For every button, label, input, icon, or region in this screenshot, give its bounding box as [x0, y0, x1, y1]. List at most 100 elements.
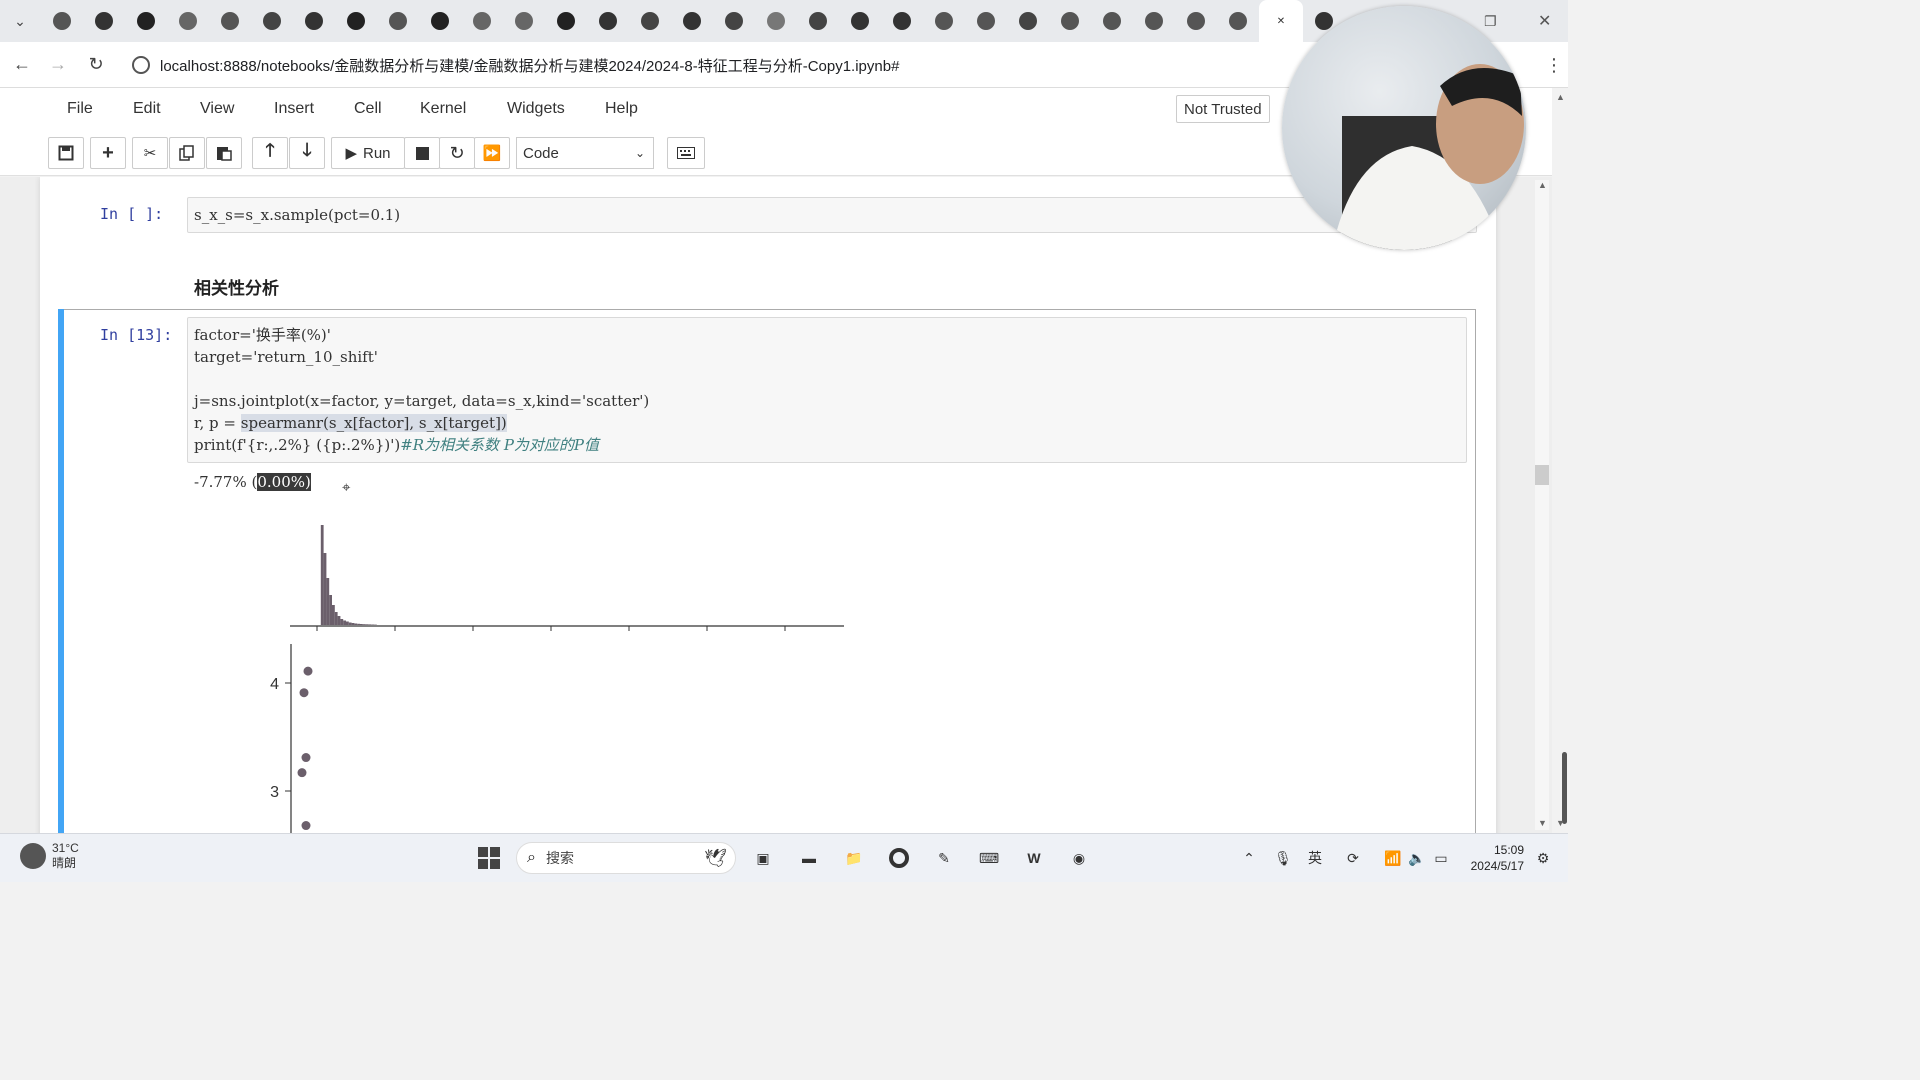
scroll-down-icon[interactable]: ▼ — [1556, 818, 1565, 828]
scroll-thumb[interactable] — [1535, 465, 1549, 485]
tab-icon-chat — [641, 12, 659, 30]
not-trusted-badge[interactable]: Not Trusted — [1176, 95, 1270, 123]
tray-wifi[interactable]: 📶 — [1380, 843, 1406, 873]
menu-cell[interactable]: Cell — [354, 100, 382, 118]
weather-widget[interactable]: 31°C 晴朗 — [20, 841, 79, 871]
browser-tab[interactable] — [125, 0, 167, 42]
browser-tab[interactable] — [923, 0, 965, 42]
browser-tab[interactable] — [1217, 0, 1259, 42]
save-button[interactable] — [48, 137, 84, 169]
insert-cell-button[interactable]: + — [90, 137, 126, 169]
webcam-overlay — [1282, 6, 1526, 250]
interrupt-button[interactable] — [404, 137, 440, 169]
menu-insert[interactable]: Insert — [274, 100, 314, 118]
notification-button[interactable]: ⚙ — [1532, 843, 1554, 873]
inner-scrollbar[interactable]: ▲ ▼ — [1535, 180, 1549, 830]
browser-tab[interactable] — [671, 0, 713, 42]
restore-window-button[interactable]: ❐ — [1484, 0, 1497, 42]
paste-button[interactable] — [206, 137, 242, 169]
cell-type-select[interactable]: Code ⌄ — [516, 137, 654, 169]
browser-tab[interactable] — [41, 0, 83, 42]
scroll-thumb[interactable] — [1562, 752, 1567, 824]
task-view-button[interactable]: ▣ — [748, 843, 778, 873]
taskbar-app-pen[interactable]: ✎ — [929, 843, 959, 873]
more-menu-icon[interactable]: ⋮ — [1540, 51, 1568, 79]
tray-mic[interactable]: 🎙 — [1270, 843, 1296, 873]
tray-battery[interactable]: ▭ — [1428, 843, 1454, 873]
cut-button[interactable]: ✂ — [132, 137, 168, 169]
taskbar-search[interactable]: ⌕ 搜索 🕊 — [516, 842, 736, 874]
browser-tab[interactable] — [545, 0, 587, 42]
chevron-down-icon: ⌄ — [634, 146, 645, 160]
command-palette-button[interactable] — [667, 137, 705, 169]
browser-tab[interactable] — [1175, 0, 1217, 42]
browser-tab[interactable] — [965, 0, 1007, 42]
browser-tab[interactable] — [1049, 0, 1091, 42]
address-bar[interactable]: localhost:8888/notebooks/金融数据分析与建模/金融数据分… — [124, 49, 1284, 81]
browser-tab[interactable] — [83, 0, 125, 42]
restart-run-all-button[interactable]: ⏩ — [474, 137, 510, 169]
browser-tab[interactable] — [755, 0, 797, 42]
browser-tab[interactable] — [419, 0, 461, 42]
browser-tab[interactable] — [167, 0, 209, 42]
clock[interactable]: 15:09 2024/5/17 — [1460, 842, 1524, 874]
browser-tab[interactable] — [209, 0, 251, 42]
copy-button[interactable] — [169, 137, 205, 169]
taskbar-app-explorer[interactable]: 📁 — [839, 843, 869, 873]
code-cell-input[interactable]: factor='换手率(%)' target='return_10_shift'… — [187, 317, 1467, 463]
taskbar-app-chrome[interactable] — [884, 843, 914, 873]
menu-edit[interactable]: Edit — [133, 100, 161, 118]
menu-help[interactable]: Help — [605, 100, 638, 118]
browser-tab[interactable] — [1007, 0, 1049, 42]
browser-tab[interactable] — [713, 0, 755, 42]
browser-tab[interactable] — [1091, 0, 1133, 42]
taskbar-app-wps[interactable]: W — [1019, 843, 1049, 873]
move-down-button[interactable]: 🡓 — [289, 137, 325, 169]
taskbar-app-recorder[interactable]: ◉ — [1064, 843, 1094, 873]
restart-button[interactable]: ↻ — [439, 137, 475, 169]
reload-icon[interactable]: ↻ — [82, 51, 110, 79]
browser-tab[interactable] — [335, 0, 377, 42]
forward-arrow-icon[interactable]: → — [44, 51, 72, 79]
scroll-up-icon[interactable]: ▲ — [1538, 180, 1547, 190]
menu-file[interactable]: File — [67, 100, 93, 118]
taskbar-app-terminal[interactable]: ⌨ — [974, 843, 1004, 873]
menu-view[interactable]: View — [200, 100, 234, 118]
bird-decoration-icon: 🕊 — [704, 847, 727, 868]
tray-volume[interactable]: 🔈 — [1404, 843, 1430, 873]
close-window-button[interactable]: ✕ — [1538, 0, 1551, 42]
page-scrollbar[interactable]: ▲ ▼ — [1552, 88, 1568, 833]
scroll-up-icon[interactable]: ▲ — [1556, 92, 1565, 102]
browser-tab[interactable] — [1133, 0, 1175, 42]
back-arrow-icon[interactable]: ← — [8, 51, 36, 79]
histogram-bar — [329, 595, 332, 625]
browser-tab[interactable] — [251, 0, 293, 42]
browser-tab[interactable] — [377, 0, 419, 42]
taskbar-app-media[interactable]: ▬ — [794, 843, 824, 873]
menu-kernel[interactable]: Kernel — [420, 100, 466, 118]
tab-search-chevron-icon[interactable]: ⌄ — [5, 6, 35, 36]
tray-ime[interactable]: 英 — [1302, 843, 1328, 873]
browser-tab[interactable]: ✕ — [1259, 0, 1303, 42]
menu-widgets[interactable]: Widgets — [507, 100, 565, 118]
browser-tab[interactable] — [797, 0, 839, 42]
notebook-area[interactable]: In [ ]: s_x_s=s_x.sample(pct=0.1) 相关性分析 … — [0, 177, 1552, 833]
browser-tab[interactable] — [881, 0, 923, 42]
browser-tab[interactable] — [629, 0, 671, 42]
start-button[interactable] — [474, 843, 504, 873]
scroll-down-icon[interactable]: ▼ — [1538, 818, 1547, 828]
tray-expand-button[interactable]: ⌃ — [1236, 843, 1262, 873]
browser-tab[interactable] — [503, 0, 545, 42]
browser-tab[interactable] — [293, 0, 335, 42]
browser-tab[interactable] — [587, 0, 629, 42]
tray-app[interactable]: ⟳ — [1340, 843, 1366, 873]
browser-tab[interactable] — [461, 0, 503, 42]
site-info-icon[interactable] — [132, 56, 150, 74]
move-up-button[interactable]: 🡑 — [252, 137, 288, 169]
browser-tab[interactable] — [839, 0, 881, 42]
code-cell-input[interactable]: s_x_s=s_x.sample(pct=0.1) — [187, 197, 1477, 233]
tab-icon-book — [1229, 12, 1247, 30]
tab-icon-record — [95, 12, 113, 30]
code-line: r, p = spearmanr(s_x[factor], s_x[target… — [194, 412, 507, 434]
run-button[interactable]: ▶ Run — [331, 137, 405, 169]
